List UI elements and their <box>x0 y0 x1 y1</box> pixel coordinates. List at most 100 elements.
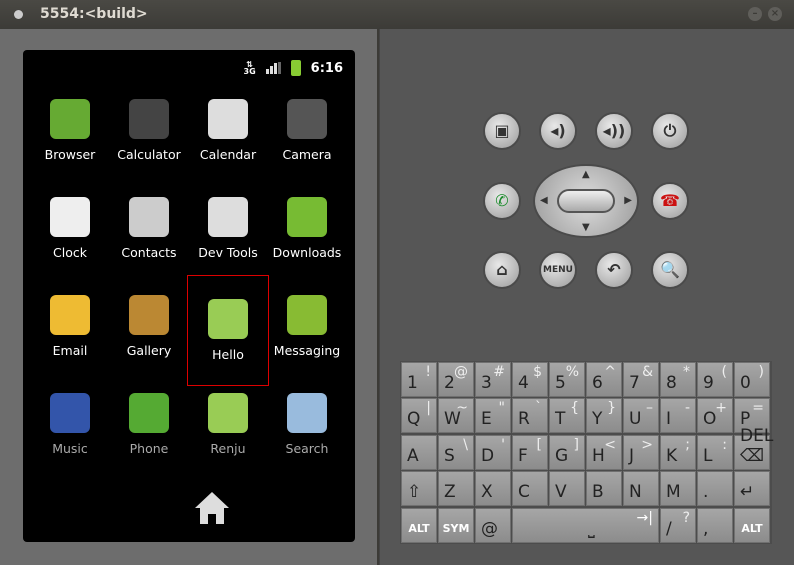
key-alt-right[interactable]: ALT <box>734 507 770 543</box>
key-e[interactable]: E " <box>475 398 511 434</box>
app-label: Music <box>52 441 88 456</box>
app-search[interactable]: Search <box>267 393 347 456</box>
dpad-right[interactable]: ▶ <box>624 195 632 206</box>
phone-screen: ⇅ 3G 6:16 Browser Calculator Calendar Camera… <box>23 50 355 542</box>
key-alt-left[interactable]: ALT <box>401 507 437 543</box>
key-x[interactable]: X <box>475 471 511 507</box>
end-call-button[interactable]: ☎ <box>651 182 689 220</box>
key-label: I <box>666 409 672 430</box>
key-i[interactable]: I- <box>660 398 696 434</box>
back-button[interactable]: ↶ <box>595 251 633 289</box>
key-h[interactable]: H < <box>586 434 622 470</box>
key-1[interactable]: 1! <box>401 362 437 397</box>
call-button[interactable]: ✆ <box>483 182 521 220</box>
key-n[interactable]: N <box>623 471 659 507</box>
key-o[interactable]: O + <box>697 398 733 434</box>
key-alt-label: = <box>752 400 764 417</box>
key-m[interactable]: M <box>660 471 696 507</box>
key-l[interactable]: L: <box>697 434 733 470</box>
key-s[interactable]: S \ <box>438 434 474 470</box>
key-v[interactable]: V <box>549 471 585 507</box>
key-u[interactable]: U – <box>623 398 659 434</box>
key-z[interactable]: Z <box>438 471 474 507</box>
app-calculator[interactable]: Calculator <box>109 99 189 162</box>
key-3[interactable]: 3 # <box>475 362 511 397</box>
key-y[interactable]: Y} <box>586 398 622 434</box>
key-k[interactable]: K; <box>660 434 696 470</box>
key-[interactable]: . <box>697 471 733 507</box>
key-label: K <box>666 445 678 466</box>
key-label: ⎵ <box>588 518 595 539</box>
key-9[interactable]: 9( <box>697 362 733 397</box>
power-button[interactable]: ⏻ <box>651 112 689 150</box>
home-launcher-icon[interactable] <box>193 490 231 526</box>
key-j[interactable]: J > <box>623 434 659 470</box>
minimize-button[interactable]: – <box>748 7 762 21</box>
app-music[interactable]: Music <box>30 393 110 456</box>
key-6[interactable]: 6 ^ <box>586 362 622 397</box>
key-label: N <box>629 482 642 503</box>
key-w[interactable]: W ~ <box>438 398 474 434</box>
key-alt-label: ) <box>758 364 764 380</box>
globe-icon <box>50 99 90 139</box>
music-icon <box>50 393 90 433</box>
contacts-icon <box>129 197 169 237</box>
key-2[interactable]: 2 @ <box>438 362 474 397</box>
app-renju[interactable]: Renju <box>188 393 268 456</box>
app-dev-tools[interactable]: Dev Tools <box>188 197 268 260</box>
app-contacts[interactable]: Contacts <box>109 197 189 260</box>
window-menu-icon[interactable] <box>14 10 23 19</box>
key-8[interactable]: 8 * <box>660 362 696 397</box>
status-bar: ⇅ 3G 6:16 <box>244 60 343 76</box>
dpad-up[interactable]: ▲ <box>582 169 590 180</box>
app-messaging[interactable]: Messaging <box>267 295 347 358</box>
key-[interactable]: ↵ <box>734 471 770 507</box>
key-4[interactable]: 4 $ <box>512 362 548 397</box>
search-button[interactable]: 🔍 <box>651 251 689 289</box>
key-d[interactable]: D ' <box>475 434 511 470</box>
menu-button[interactable]: MENU <box>539 251 577 289</box>
key-sym[interactable]: SYM <box>438 507 474 543</box>
app-camera[interactable]: Camera <box>267 99 347 162</box>
key-a[interactable]: A <box>401 434 437 470</box>
dpad[interactable]: ▲ ▼ ◀ ▶ <box>533 164 639 238</box>
app-email[interactable]: Email <box>30 295 110 358</box>
key-at[interactable]: @ <box>475 507 511 543</box>
android-icon <box>208 299 248 339</box>
key-g[interactable]: G] <box>549 434 585 470</box>
app-browser[interactable]: Browser <box>30 99 110 162</box>
key-slash[interactable]: /? <box>660 507 696 543</box>
dpad-left[interactable]: ◀ <box>540 195 548 206</box>
app-clock[interactable]: Clock <box>30 197 110 260</box>
key-t[interactable]: T{ <box>549 398 585 434</box>
key-0[interactable]: 0) <box>734 362 770 397</box>
app-hello[interactable]: Hello <box>187 275 269 386</box>
key-c[interactable]: C <box>512 471 548 507</box>
app-label: Email <box>52 343 88 358</box>
app-downloads[interactable]: Downloads <box>267 197 347 260</box>
close-button[interactable]: × <box>768 7 782 21</box>
dpad-down[interactable]: ▼ <box>582 222 590 233</box>
home-button[interactable]: ⌂ <box>483 251 521 289</box>
key-5[interactable]: 5% <box>549 362 585 397</box>
key-space[interactable]: ⎵ →| <box>512 507 659 543</box>
key-del[interactable]: DEL ⌫ <box>734 426 773 470</box>
key-label: G <box>555 445 569 466</box>
key-comma[interactable]: , <box>697 507 733 543</box>
camera-button[interactable]: ▣ <box>483 112 521 150</box>
app-label: Renju <box>210 441 246 456</box>
dpad-center[interactable] <box>557 189 615 213</box>
key-f[interactable]: F[ <box>512 434 548 470</box>
key-r[interactable]: R ` <box>512 398 548 434</box>
app-label: Messaging <box>273 343 341 358</box>
app-phone[interactable]: Phone <box>109 393 189 456</box>
app-gallery[interactable]: Gallery <box>109 295 189 358</box>
key-label: Q <box>407 409 421 430</box>
key-7[interactable]: 7 & <box>623 362 659 397</box>
key-q[interactable]: Q | <box>401 398 437 434</box>
volume-up-button[interactable]: ◂)) <box>595 112 633 150</box>
key-[interactable]: ⇧ <box>401 471 437 507</box>
app-calendar[interactable]: Calendar <box>188 99 268 162</box>
key-b[interactable]: B <box>586 471 622 507</box>
volume-down-button[interactable]: ◂) <box>539 112 577 150</box>
